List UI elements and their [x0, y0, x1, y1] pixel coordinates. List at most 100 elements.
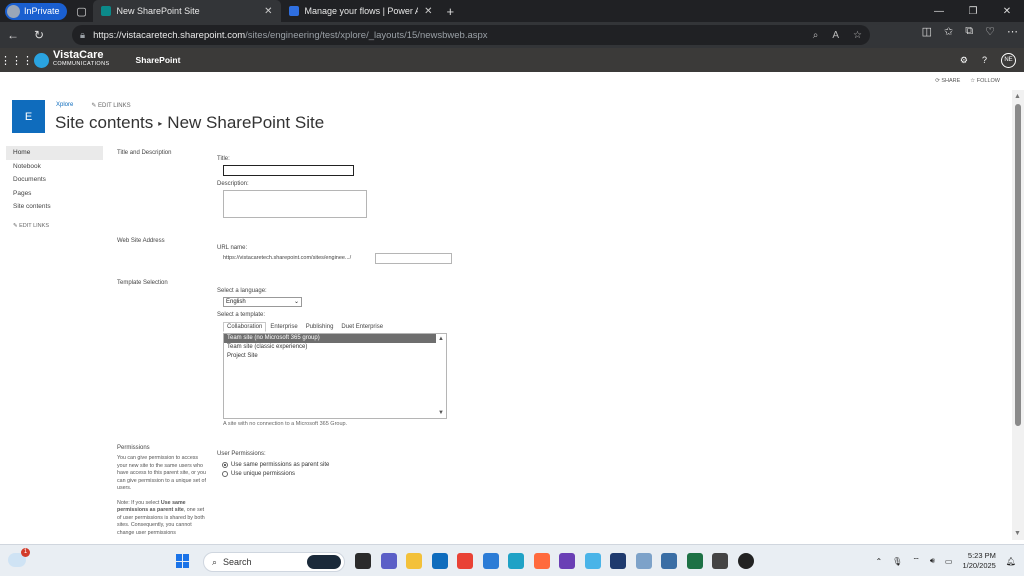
l-app-icon[interactable]	[610, 553, 626, 569]
tab-publishing[interactable]: Publishing	[302, 322, 338, 332]
edge-icon[interactable]	[508, 553, 524, 569]
read-aloud-icon[interactable]: A	[832, 30, 839, 41]
network-app-icon[interactable]	[661, 553, 677, 569]
site-logo-tile[interactable]: E	[12, 100, 45, 133]
section-title-description: Title and Description	[117, 150, 172, 156]
app-name[interactable]: SharePoint	[136, 55, 181, 65]
back-icon[interactable]: ←	[0, 28, 26, 42]
volume-icon[interactable]: 🔊︎	[930, 556, 935, 566]
tab-actions-icon[interactable]: ▢	[71, 0, 93, 22]
terminal-icon[interactable]	[712, 553, 728, 569]
browser-essentials-icon[interactable]: ♡	[985, 25, 995, 38]
scroll-thumb[interactable]	[1015, 104, 1021, 426]
file-explorer-icon[interactable]	[406, 553, 422, 569]
search-highlight-icon	[307, 555, 341, 569]
scroll-up-icon[interactable]: ▲	[1014, 93, 1021, 100]
close-tab-icon[interactable]: ✕	[424, 6, 432, 17]
tab-new-sharepoint-site[interactable]: New SharePoint Site ✕	[92, 0, 281, 22]
template-option[interactable]: Team site (no Microsoft 365 group)	[224, 334, 436, 343]
radio-unique-permissions[interactable]: Use unique permissions	[222, 471, 295, 477]
excel-icon[interactable]	[686, 553, 703, 569]
title-input[interactable]	[223, 165, 354, 176]
maximize-icon[interactable]: ❐	[956, 6, 990, 17]
notifications-bell-icon[interactable]: 🔔︎	[1006, 557, 1016, 566]
nav-item-pages[interactable]: Pages	[6, 187, 103, 201]
left-nav: Home Notebook Documents Pages Site conte…	[6, 146, 103, 233]
split-screen-icon[interactable]: ◫	[922, 25, 932, 38]
vscode-icon[interactable]	[482, 553, 499, 569]
app-icon[interactable]	[737, 553, 754, 569]
app-launcher-icon[interactable]: ⋮⋮⋮	[0, 54, 33, 67]
url-host: https://vistacaretech.sharepoint.com	[93, 29, 246, 41]
permissions-description: You can give permission to access your n…	[117, 455, 206, 536]
template-tabs: Collaboration Enterprise Publishing Duet…	[223, 322, 387, 332]
tab-power-automate[interactable]: Manage your flows | Power Autom ✕	[281, 0, 441, 22]
start-button-icon[interactable]	[176, 554, 190, 568]
nav-item-documents[interactable]: Documents	[6, 173, 103, 187]
template-list-scrollbar[interactable]: ▲ ▼	[436, 334, 446, 418]
page-title-site-contents[interactable]: Site contents	[55, 113, 153, 132]
refresh-icon[interactable]: ↻	[26, 28, 52, 42]
nav-item-notebook[interactable]: Notebook	[6, 160, 103, 174]
taskbar-apps	[355, 553, 754, 569]
top-edit-links[interactable]: ✎ EDIT LINKS	[91, 102, 130, 109]
template-listbox[interactable]: Team site (no Microsoft 365 group) Team …	[223, 333, 447, 419]
chevron-up-icon[interactable]: ⌃	[875, 557, 882, 566]
favorite-star-icon[interactable]: ☆	[853, 30, 862, 41]
page-scrollbar[interactable]: ▲ ▼	[1012, 90, 1024, 540]
radio-same-permissions[interactable]: Use same permissions as parent site	[222, 462, 329, 468]
breadcrumb-link-xplore[interactable]: Xplore	[56, 102, 73, 109]
tab-title: New SharePoint Site	[116, 6, 200, 16]
weather-widget-icon[interactable]: 1	[8, 548, 30, 567]
settings-gear-icon[interactable]: ⚙	[960, 55, 968, 66]
chrome-icon[interactable]	[457, 553, 473, 569]
battery-icon[interactable]: ▭	[945, 557, 953, 566]
clock[interactable]: 5:23 PM 1/20/2025	[962, 551, 995, 571]
taskbar-search[interactable]: ⌕ Search	[203, 552, 345, 572]
task-view-icon[interactable]	[355, 553, 371, 569]
section-permissions: Permissions	[117, 445, 150, 451]
user-avatar[interactable]: NE	[1001, 52, 1016, 68]
collections-icon[interactable]: ⧉	[965, 25, 973, 38]
description-textarea[interactable]	[223, 190, 367, 218]
zoom-icon[interactable]: ⌕	[813, 30, 819, 41]
page-title: Site contents ▸ New SharePoint Site	[55, 113, 324, 133]
brand-logo[interactable]: VistaCare COMMUNICATIONS	[34, 50, 110, 69]
more-options-icon[interactable]: ⋯	[1007, 25, 1018, 38]
chevron-down-icon: ⌄	[293, 299, 299, 305]
template-option[interactable]: Project Site	[224, 352, 436, 361]
url-name-input[interactable]	[375, 253, 452, 264]
scroll-up-icon[interactable]: ▲	[438, 336, 444, 342]
share-button[interactable]: ⟳ SHARE	[935, 78, 960, 84]
calculator-icon[interactable]	[635, 553, 652, 569]
scroll-down-icon[interactable]: ▼	[438, 410, 444, 416]
scroll-down-icon[interactable]: ▼	[1014, 530, 1021, 537]
teams-classic-icon[interactable]	[559, 553, 575, 569]
left-edit-links[interactable]: ✎ EDIT LINKS	[6, 220, 103, 234]
tab-collaboration[interactable]: Collaboration	[223, 322, 267, 332]
url-field[interactable]: 🔒︎ https://vistacaretech.sharepoint.com/…	[72, 25, 870, 45]
outlook-icon[interactable]	[431, 553, 448, 569]
new-tab-icon[interactable]: +	[447, 4, 455, 19]
language-select[interactable]: English ⌄	[223, 297, 302, 307]
nav-item-home[interactable]: Home	[6, 146, 103, 160]
wifi-icon[interactable]: ⌔	[912, 556, 920, 566]
close-tab-icon[interactable]: ✕	[264, 6, 272, 17]
favorites-icon[interactable]: ✩	[944, 25, 953, 38]
follow-button[interactable]: ☆ FOLLOW	[970, 78, 1000, 84]
tab-duet-enterprise[interactable]: Duet Enterprise	[337, 322, 387, 332]
minimize-icon[interactable]: —	[922, 6, 956, 17]
notification-badge: 1	[21, 548, 30, 557]
address-bar: ← ↻ 🔒︎ https://vistacaretech.sharepoint.…	[0, 22, 1024, 48]
inprivate-badge[interactable]: InPrivate	[5, 2, 67, 20]
camera-icon[interactable]	[584, 553, 601, 569]
microphone-icon[interactable]: 🎙︎	[892, 557, 902, 566]
teams-icon[interactable]	[380, 553, 397, 569]
close-window-icon[interactable]: ✕	[990, 6, 1024, 17]
template-option[interactable]: Team site (classic experience)	[224, 343, 436, 352]
firefox-icon[interactable]	[533, 553, 550, 569]
help-icon[interactable]: ?	[982, 55, 987, 65]
tab-enterprise[interactable]: Enterprise	[266, 322, 301, 332]
nav-item-site-contents[interactable]: Site contents	[6, 200, 103, 214]
url-prefix: https://vistacaretech.sharepoint.com/sit…	[223, 255, 352, 261]
